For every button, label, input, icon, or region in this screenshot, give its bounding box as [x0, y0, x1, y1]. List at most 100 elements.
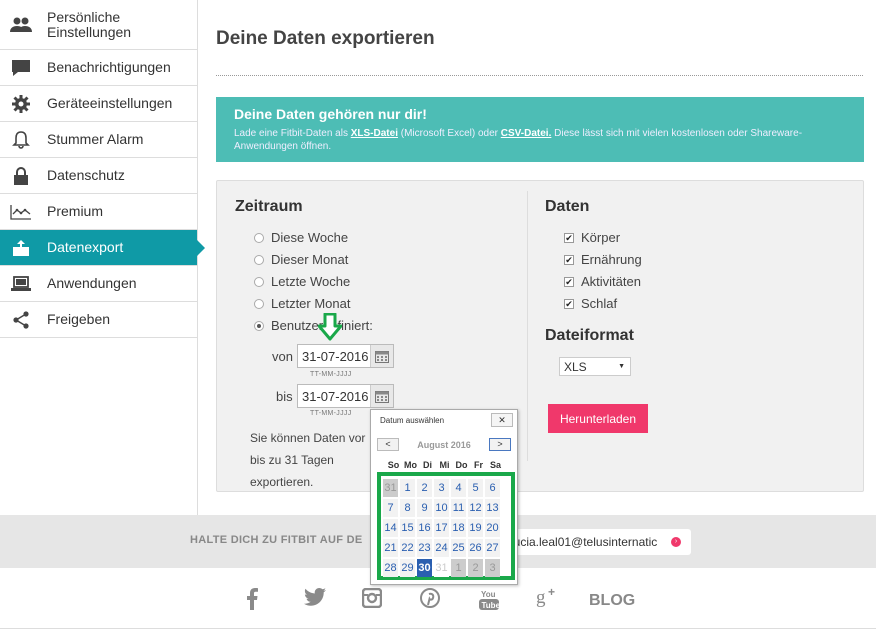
radio-diese-woche[interactable]: Diese Woche — [254, 230, 348, 245]
calendar-day[interactable]: 27 — [485, 539, 500, 557]
checkbox[interactable]: ✔ — [564, 232, 574, 243]
close-icon[interactable]: ✕ — [491, 413, 513, 427]
calendar-day[interactable]: 23 — [417, 539, 432, 557]
calendar-day[interactable]: 5 — [468, 479, 483, 497]
google-plus-icon[interactable]: g + — [536, 586, 560, 608]
checkbox-schlaf[interactable]: ✔ Schlaf — [564, 296, 617, 311]
sidebar-item-stummer-alarm[interactable]: Stummer Alarm — [0, 122, 197, 158]
checkbox[interactable]: ✔ — [564, 276, 574, 287]
newsletter-email-value[interactable]: lucia.leal01@telusinternatic — [511, 535, 663, 549]
youtube-icon[interactable]: You Tube — [478, 588, 500, 612]
checkbox[interactable]: ✔ — [564, 254, 574, 265]
weekday-label: So — [387, 460, 400, 470]
sidebar-item-premium[interactable]: Premium — [0, 194, 197, 230]
sidebar-item-benachrichtigungen[interactable]: Benachrichtigungen — [0, 50, 197, 86]
sidebar-item-geraeteeinstellungen[interactable]: Geräteeinstellungen — [0, 86, 197, 122]
calendar-day[interactable]: 8 — [400, 499, 415, 517]
from-label: von — [272, 349, 293, 364]
calendar-icon[interactable] — [370, 385, 393, 407]
sidebar-item-datenschutz[interactable]: Datenschutz — [0, 158, 197, 194]
next-month-button[interactable]: > — [489, 438, 511, 451]
calendar-day[interactable]: 11 — [451, 499, 466, 517]
pinterest-icon[interactable] — [420, 588, 440, 608]
blog-link[interactable]: BLOG — [589, 592, 635, 610]
radio-label: Dieser Monat — [271, 252, 349, 267]
facebook-icon[interactable] — [246, 588, 258, 610]
calendar-day[interactable]: 20 — [485, 519, 500, 537]
newsletter-text: HALTE DICH ZU FITBIT AUF DE — [190, 534, 363, 546]
to-date-input[interactable] — [298, 385, 370, 407]
xls-link[interactable]: XLS-Datei — [351, 128, 398, 139]
sidebar-item-freigeben[interactable]: Freigeben — [0, 302, 197, 338]
info-text: Sie können Daten vor bis zu 31 Tagen exp… — [250, 427, 370, 493]
calendar-day[interactable]: 1 — [400, 479, 415, 497]
to-date-field[interactable] — [297, 384, 394, 408]
calendar-day[interactable]: 15 — [400, 519, 415, 537]
calendar-day[interactable]: 6 — [485, 479, 500, 497]
radio-dieser-monat[interactable]: Dieser Monat — [254, 252, 348, 267]
calendar-day[interactable]: 19 — [468, 519, 483, 537]
calendar-day[interactable]: 17 — [434, 519, 449, 537]
calendar-day[interactable]: 29 — [400, 559, 415, 577]
calendar-day[interactable]: 24 — [434, 539, 449, 557]
calendar-day[interactable]: 13 — [485, 499, 500, 517]
calendar-day[interactable]: 7 — [383, 499, 398, 517]
csv-link[interactable]: CSV-Datei. — [501, 128, 552, 139]
file-format-select[interactable]: XLS ▼ — [559, 357, 631, 376]
calendar-day[interactable]: 3 — [485, 559, 500, 577]
calendar-day-selected[interactable]: 30 — [417, 559, 432, 577]
checkbox[interactable]: ✔ — [564, 298, 574, 309]
calendar-day[interactable]: 9 — [417, 499, 432, 517]
calendar-day[interactable]: 4 — [451, 479, 466, 497]
chart-line-icon — [10, 202, 32, 222]
export-panel: Zeitraum Diese Woche Dieser Monat Letzte… — [216, 180, 864, 492]
calendar-day[interactable]: 10 — [434, 499, 449, 517]
date-picker-title: Datum auswählen — [380, 415, 445, 425]
weekday-label: Fr — [474, 460, 483, 470]
calendar-day[interactable]: 12 — [468, 499, 483, 517]
newsletter-email-field[interactable]: lucia.leal01@telusinternatic › — [505, 529, 691, 555]
radio-button[interactable] — [254, 276, 264, 287]
radio-button[interactable] — [254, 320, 264, 331]
sidebar-item-anwendungen[interactable]: Anwendungen — [0, 266, 197, 302]
banner-text-middle: (Microsoft Excel) oder — [397, 128, 501, 139]
calendar-day[interactable]: 2 — [417, 479, 432, 497]
radio-letzte-woche[interactable]: Letzte Woche — [254, 274, 350, 289]
submit-arrow-icon[interactable]: › — [671, 537, 681, 547]
radio-benutzerdefiniert[interactable]: Benutzerdefiniert: — [254, 318, 373, 333]
date-picker-popup: Datum auswählen ✕ < August 2016 > So Mo … — [370, 409, 518, 585]
radio-letzter-monat[interactable]: Letzter Monat — [254, 296, 351, 311]
calendar-day[interactable]: 2 — [468, 559, 483, 577]
radio-button[interactable] — [254, 254, 264, 265]
sidebar-item-label: Premium — [47, 203, 104, 219]
calendar-day[interactable]: 25 — [451, 539, 466, 557]
twitter-icon[interactable] — [304, 588, 326, 606]
checkbox-ernaehrung[interactable]: ✔ Ernährung — [564, 252, 642, 267]
sidebar-item-datenexport[interactable]: Datenexport — [0, 230, 205, 266]
from-date-input[interactable] — [298, 345, 370, 367]
calendar-day[interactable]: 28 — [383, 559, 398, 577]
file-format-value: XLS — [564, 359, 587, 374]
calendar-day[interactable]: 1 — [451, 559, 466, 577]
from-date-field[interactable] — [297, 344, 394, 368]
calendar-day[interactable]: 31 — [383, 479, 398, 497]
calendar-day[interactable]: 3 — [434, 479, 449, 497]
checkbox-aktivitaeten[interactable]: ✔ Aktivitäten — [564, 274, 641, 289]
download-button[interactable]: Herunterladen — [548, 404, 648, 433]
radio-button[interactable] — [254, 298, 264, 309]
calendar-day[interactable]: 14 — [383, 519, 398, 537]
calendar-icon[interactable] — [370, 345, 393, 367]
instagram-icon[interactable] — [362, 588, 382, 608]
calendar-day[interactable]: 18 — [451, 519, 466, 537]
bell-icon — [10, 130, 32, 150]
calendar-day[interactable]: 16 — [417, 519, 432, 537]
calendar-day[interactable]: 26 — [468, 539, 483, 557]
calendar-day[interactable]: 21 — [383, 539, 398, 557]
checkbox-koerper[interactable]: ✔ Körper — [564, 230, 620, 245]
radio-button[interactable] — [254, 232, 264, 243]
sidebar-item-persoenliche-einstellungen[interactable]: Persönliche Einstellungen — [0, 0, 197, 50]
calendar-day[interactable]: 22 — [400, 539, 415, 557]
prev-month-button[interactable]: < — [377, 438, 399, 451]
sidebar-item-label: Persönliche Einstellungen — [47, 8, 132, 40]
sidebar-item-label: Freigeben — [47, 311, 111, 327]
